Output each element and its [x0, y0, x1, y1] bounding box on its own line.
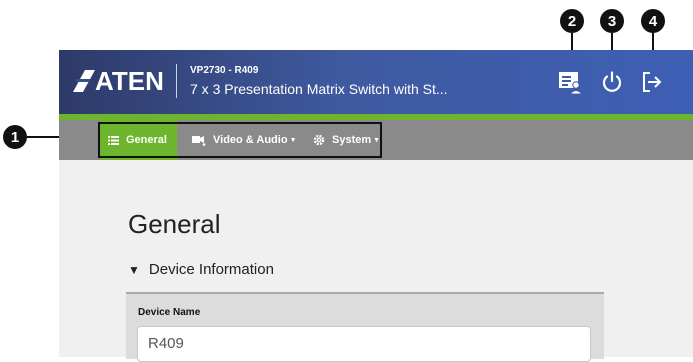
aten-logo: ATEN [73, 66, 164, 96]
user-console-icon[interactable] [555, 67, 585, 97]
callout-marker-3: 3 [600, 9, 624, 33]
nav-callout-box [98, 122, 382, 158]
power-icon[interactable] [597, 67, 627, 97]
product-name: 7 x 3 Presentation Matrix Switch with St… [190, 81, 448, 97]
triangle-down-icon: ▼ [128, 262, 140, 277]
device-information-section-toggle[interactable]: ▼ Device Information [128, 261, 274, 278]
page-title: General [128, 209, 221, 239]
aten-logo-icon [73, 70, 95, 92]
device-model: VP2730 - R409 [190, 65, 259, 76]
callout-marker-2: 2 [560, 9, 584, 33]
callout-marker-4: 4 [641, 9, 665, 33]
logo-text: ATEN [95, 65, 164, 96]
app-header: ATEN VP2730 - R409 7 x 3 Presentation Ma… [59, 50, 693, 114]
logout-icon[interactable] [637, 67, 667, 97]
callout-marker-1: 1 [3, 125, 27, 149]
header-divider [176, 64, 177, 98]
device-name-label: Device Name [138, 307, 201, 318]
section-title: Device Information [148, 261, 274, 278]
